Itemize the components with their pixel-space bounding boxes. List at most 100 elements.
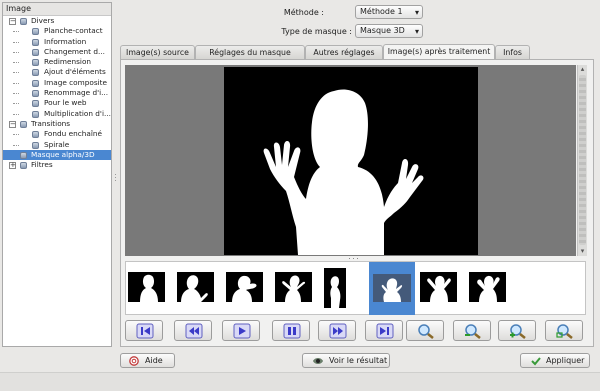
tree-body: − Divers Planche-contact Information Changem… (3, 16, 111, 170)
scrollbar-thumb[interactable] (579, 75, 586, 245)
tree-item-label: Masque alpha/3D (31, 149, 95, 159)
tree-item-label: Image composite (44, 77, 108, 87)
item-icon (32, 110, 39, 118)
apply-button[interactable]: Appliquer (520, 353, 590, 368)
chevron-down-icon: ▾ (414, 27, 419, 36)
eye-icon (313, 356, 323, 370)
tree-item-multiplication-d-i[interactable]: Multiplication d'i... (3, 109, 111, 119)
zoom-button[interactable] (406, 320, 444, 341)
tree-panel[interactable]: Image − Divers Planche-contact Information C… (2, 2, 112, 347)
collapse-icon[interactable]: − (9, 120, 16, 128)
tab-info[interactable]: Infos (495, 45, 530, 59)
tree-item-information[interactable]: Information (3, 37, 111, 47)
item-icon (32, 141, 39, 149)
next-frame-button[interactable] (318, 320, 356, 341)
tree-item-image-composite[interactable]: Image composite (3, 78, 111, 88)
tree-item-label: Information (44, 36, 87, 46)
tab-other-settings[interactable]: Autres réglages (305, 45, 383, 59)
tree-item-planche-contact[interactable]: Planche-contact (3, 26, 111, 36)
tree-header: Image (3, 3, 111, 16)
expand-icon[interactable]: + (9, 162, 16, 170)
thumbnail[interactable] (373, 274, 411, 302)
thumbnail[interactable] (324, 268, 346, 308)
checkmark-icon (531, 356, 541, 370)
panel-splitter[interactable] (113, 2, 118, 347)
zoom-fit-button[interactable] (545, 320, 583, 341)
item-icon (20, 151, 27, 159)
view-result-label: Voir le résultat (329, 356, 388, 365)
tree-item-divers[interactable]: − Divers (3, 16, 111, 26)
method-label: Méthode : (283, 8, 324, 17)
thumbnail[interactable] (469, 272, 506, 302)
thumbnail[interactable] (177, 272, 214, 302)
thumbnail[interactable] (226, 272, 263, 302)
thumbnail-strip (125, 261, 586, 315)
pause-button[interactable] (272, 320, 310, 341)
thumbnail[interactable] (275, 272, 312, 302)
chevron-down-icon: ▾ (414, 8, 419, 17)
tree-item-label: Divers (31, 16, 55, 25)
last-frame-button[interactable] (365, 320, 403, 341)
zoom-fit-icon (556, 324, 573, 339)
tree-item-redimension[interactable]: Redimension (3, 57, 111, 67)
item-icon (32, 90, 39, 98)
zoom-out-icon (465, 324, 481, 339)
item-icon (32, 38, 39, 46)
resize-handle[interactable] (347, 257, 361, 260)
thumbnail-selected[interactable] (369, 262, 415, 315)
tree-item-changement-d[interactable]: Changement d... (3, 47, 111, 57)
tree-item-masque-alpha-3d[interactable]: Masque alpha/3D (3, 149, 111, 161)
first-frame-button[interactable] (125, 320, 163, 341)
zoom-out-button[interactable] (453, 320, 491, 341)
zoom-icon (418, 324, 434, 339)
view-result-button[interactable]: Voir le résultat (302, 353, 390, 368)
tree-item-label: Transitions (31, 118, 71, 128)
play-button[interactable] (222, 320, 260, 341)
method-select-value: Méthode 1 (360, 7, 403, 16)
collapse-icon[interactable]: − (9, 18, 16, 25)
play-icon (233, 323, 251, 339)
item-icon (32, 79, 39, 87)
tree-item-filtres[interactable]: + Filtres (3, 160, 111, 170)
tree-item-transitions[interactable]: − Transitions (3, 119, 111, 129)
zoom-in-icon (510, 324, 526, 339)
tree-item-pour-le-web[interactable]: Pour le web (3, 98, 111, 108)
scroll-up-icon[interactable]: ▴ (578, 65, 587, 74)
tab-label: Image(s) après traitement (387, 47, 491, 56)
preview-vertical-scrollbar[interactable]: ▴ ▾ (577, 65, 587, 256)
thumbnail[interactable] (420, 272, 457, 302)
method-select[interactable]: Méthode 1 ▾ (355, 5, 423, 19)
tab-label: Infos (503, 48, 522, 57)
tab-source-images[interactable]: Image(s) source (120, 45, 195, 59)
scroll-down-icon[interactable]: ▾ (578, 247, 587, 256)
tree-item-label: Changement d... (44, 46, 105, 56)
tab-label: Réglages du masque (209, 48, 291, 57)
item-icon (32, 131, 39, 139)
item-icon (20, 162, 27, 170)
tree-item-renommage-d-i[interactable]: Renommage d'i... (3, 88, 111, 98)
tree-item-spirale[interactable]: Spirale (3, 140, 111, 150)
tab-processed-images[interactable]: Image(s) après traitement (383, 44, 495, 59)
previous-frame-button[interactable] (174, 320, 212, 341)
tree-item-fondu-enchaine[interactable]: Fondu enchaîné (3, 129, 111, 139)
tree-item-label: Filtres (31, 160, 53, 170)
zoom-in-button[interactable] (498, 320, 536, 341)
tab-label: Autres réglages (313, 48, 375, 57)
previous-frame-icon (185, 323, 203, 339)
item-icon (32, 100, 39, 108)
help-label: Aide (145, 356, 163, 365)
help-button[interactable]: Aide (120, 353, 175, 368)
item-icon (20, 120, 27, 128)
item-icon (32, 59, 39, 67)
tree-item-label: Redimension (44, 57, 92, 67)
preview-image (224, 67, 478, 255)
next-frame-icon (329, 323, 347, 339)
last-frame-icon (376, 323, 394, 339)
tree-item-label: Spirale (44, 139, 70, 149)
tab-mask-settings[interactable]: Réglages du masque (195, 45, 305, 59)
thumbnail[interactable] (128, 272, 165, 302)
tree-item-label: Ajout d'éléments (44, 67, 106, 77)
help-icon (129, 356, 139, 370)
mask-type-select[interactable]: Masque 3D ▾ (355, 24, 423, 38)
tree-item-ajout-d-elements[interactable]: Ajout d'éléments (3, 67, 111, 77)
